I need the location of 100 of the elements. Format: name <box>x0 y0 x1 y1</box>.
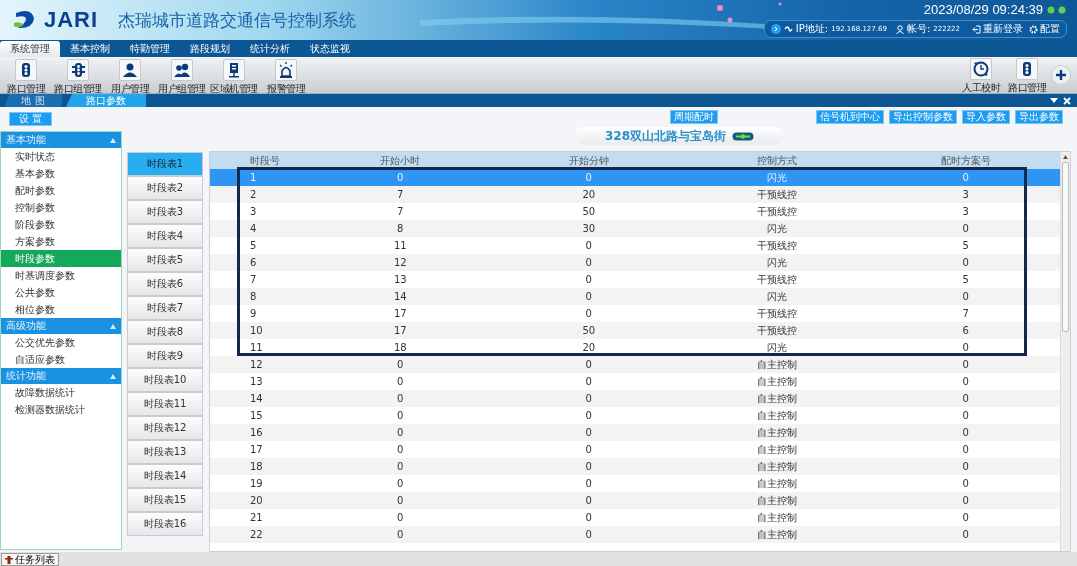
sidebar-item[interactable]: 基本参数 <box>1 165 121 182</box>
sidebar-item[interactable]: 时基调度参数 <box>1 267 121 284</box>
sidebar-item[interactable]: 配时参数 <box>1 182 121 199</box>
table-cell-text: 17 <box>249 444 264 455</box>
sidebar-item[interactable]: 检测器数据统计 <box>1 401 121 418</box>
sidebar-item[interactable]: 公共参数 <box>1 284 121 301</box>
sidebar-item[interactable]: 自适应参数 <box>1 351 121 368</box>
table-cell-text: 干预线控 <box>756 187 799 202</box>
schedule-tab[interactable]: 时段表7 <box>127 296 203 320</box>
menu-tab[interactable]: 路段规划 <box>180 41 240 57</box>
table-cell-text: 14 <box>249 393 264 404</box>
schedule-tab[interactable]: 时段表15 <box>127 488 203 512</box>
table-cell-text: 0 <box>584 478 593 489</box>
schedule-tab[interactable]: 时段表3 <box>127 200 203 224</box>
table-row[interactable]: 18 0 0 自主控制 0 <box>210 458 1060 475</box>
task-list-button[interactable]: 任务列表 <box>1 553 59 566</box>
table-cell-text: 9 <box>249 308 258 319</box>
table-cell-text: 0 <box>584 461 593 472</box>
table-cell-text: 0 <box>396 410 405 421</box>
table-cell-text: 11 <box>249 342 264 353</box>
table-cell-text: 20 <box>249 495 264 506</box>
schedule-tab[interactable]: 时段表14 <box>127 464 203 488</box>
toolbar-button[interactable]: 路口管理 <box>0 57 52 96</box>
table-cell-text: 7 <box>961 308 970 319</box>
sidebar-item[interactable]: 实时状态 <box>1 148 121 165</box>
schedule-tab[interactable]: 时段表4 <box>127 224 203 248</box>
table-cell-text: 自主控制 <box>756 374 799 389</box>
table-row[interactable]: 6 12 0 闪光 0 <box>210 254 1060 271</box>
sidebar-item[interactable]: 方案参数 <box>1 233 121 250</box>
table-cell-text: 干预线控 <box>756 238 799 253</box>
sidebar-item[interactable]: 控制参数 <box>1 199 121 216</box>
toolbar-button[interactable]: 区域机管理 <box>208 57 260 96</box>
schedule-tab[interactable]: 时段表5 <box>127 248 203 272</box>
table-cell-text: 0 <box>961 529 970 540</box>
table-row[interactable]: 22 0 0 自主控制 0 <box>210 526 1060 543</box>
menu-tab[interactable]: 状态监视 <box>300 41 360 57</box>
table-row[interactable]: 10 17 50 干预线控 6 <box>210 322 1060 339</box>
toolbar-button[interactable]: 用户管理 <box>104 57 156 96</box>
table-cell-text: 3 <box>961 206 970 217</box>
toolbar-button[interactable]: 路口管理 <box>1005 55 1049 95</box>
schedule-tab[interactable]: 时段表16 <box>127 512 203 536</box>
toolbar-button[interactable]: 人工校时 <box>959 55 1003 95</box>
table-row[interactable]: 2 7 20 干预线控 3 <box>210 186 1060 203</box>
table-cell-text: 0 <box>584 529 593 540</box>
table-cell-text: 20 <box>581 189 597 200</box>
table-cell-text: 0 <box>584 291 593 302</box>
view-tab[interactable]: 地 图 <box>4 94 62 107</box>
table-cell-text: 0 <box>396 359 405 370</box>
table-cell-text: 0 <box>584 359 593 370</box>
table-cell-text: 14 <box>392 291 408 302</box>
table-cell-text: 12 <box>249 359 264 370</box>
schedule-tab[interactable]: 时段表10 <box>127 368 203 392</box>
config-link[interactable]: 配置 <box>1029 22 1060 36</box>
table-cell-text: 13 <box>392 274 408 285</box>
table-row[interactable]: 14 0 0 自主控制 0 <box>210 390 1060 407</box>
table-cell-text: 0 <box>584 512 593 523</box>
sidebar-item[interactable]: 公交优先参数 <box>1 334 121 351</box>
table-cell-text: 干预线控 <box>756 204 799 219</box>
schedule-tab[interactable]: 时段表9 <box>127 344 203 368</box>
menu-tab[interactable]: 系统管理 <box>0 41 60 57</box>
toolbar-button[interactable]: 报警管理 <box>260 57 312 96</box>
schedule-tab[interactable]: 时段表2 <box>127 176 203 200</box>
table-cell-text: 0 <box>584 308 593 319</box>
schedule-tab[interactable]: 时段表6 <box>127 272 203 296</box>
schedule-tab[interactable]: 时段表1 <box>127 152 203 176</box>
table-cell-text: 0 <box>961 478 970 489</box>
sidebar-item[interactable]: 故障数据统计 <box>1 384 121 401</box>
table-cell-text: 2 <box>249 189 258 200</box>
table-cell-text: 18 <box>392 342 408 353</box>
table-cell-text: 0 <box>584 393 593 404</box>
relogin-link[interactable]: 重新登录 <box>972 22 1023 36</box>
table-row[interactable]: 8 14 0 闪光 0 <box>210 288 1060 305</box>
table-row[interactable]: 4 8 30 闪光 0 <box>210 220 1060 237</box>
table-row[interactable]: 20 0 0 自主控制 0 <box>210 492 1060 509</box>
toolbar-button[interactable]: 路口组管理 <box>52 57 104 96</box>
toolbar-button[interactable]: 用户组管理 <box>156 57 208 96</box>
table-row[interactable]: 16 0 0 自主控制 0 <box>210 424 1060 441</box>
schedule-tab[interactable]: 时段表12 <box>127 416 203 440</box>
table-cell-text: 0 <box>396 478 405 489</box>
schedule-tab[interactable]: 时段表13 <box>127 440 203 464</box>
column-header: 配时方案号 <box>939 153 992 168</box>
table-cell-text: 自主控制 <box>756 476 799 491</box>
table-cell-text: 18 <box>249 461 264 472</box>
menu-tab[interactable]: 基本控制 <box>60 41 120 57</box>
datetime: 2023/08/29 09:24:39 <box>923 2 1043 17</box>
table-cell-text: 0 <box>396 376 405 387</box>
table-row[interactable]: 12 0 0 自主控制 0 <box>210 356 1060 373</box>
sidebar-item[interactable]: 阶段参数 <box>1 216 121 233</box>
table-cell-text: 闪光 <box>766 340 789 355</box>
table-cell-text: 5 <box>249 240 258 251</box>
table-cell-text: 自主控制 <box>756 493 799 508</box>
intersection-name: 328双山北路与宝岛街 <box>604 127 727 145</box>
schedule-tab[interactable]: 时段表8 <box>127 320 203 344</box>
menu-tab[interactable]: 统计分析 <box>240 41 300 57</box>
table-cell-text: 0 <box>396 529 405 540</box>
menu-tab[interactable]: 特勤管理 <box>120 41 180 57</box>
table-cell-text: 0 <box>584 427 593 438</box>
sidebar-item[interactable]: 相位参数 <box>1 301 121 318</box>
schedule-tab[interactable]: 时段表11 <box>127 392 203 416</box>
table-cell-text: 6 <box>961 325 970 336</box>
